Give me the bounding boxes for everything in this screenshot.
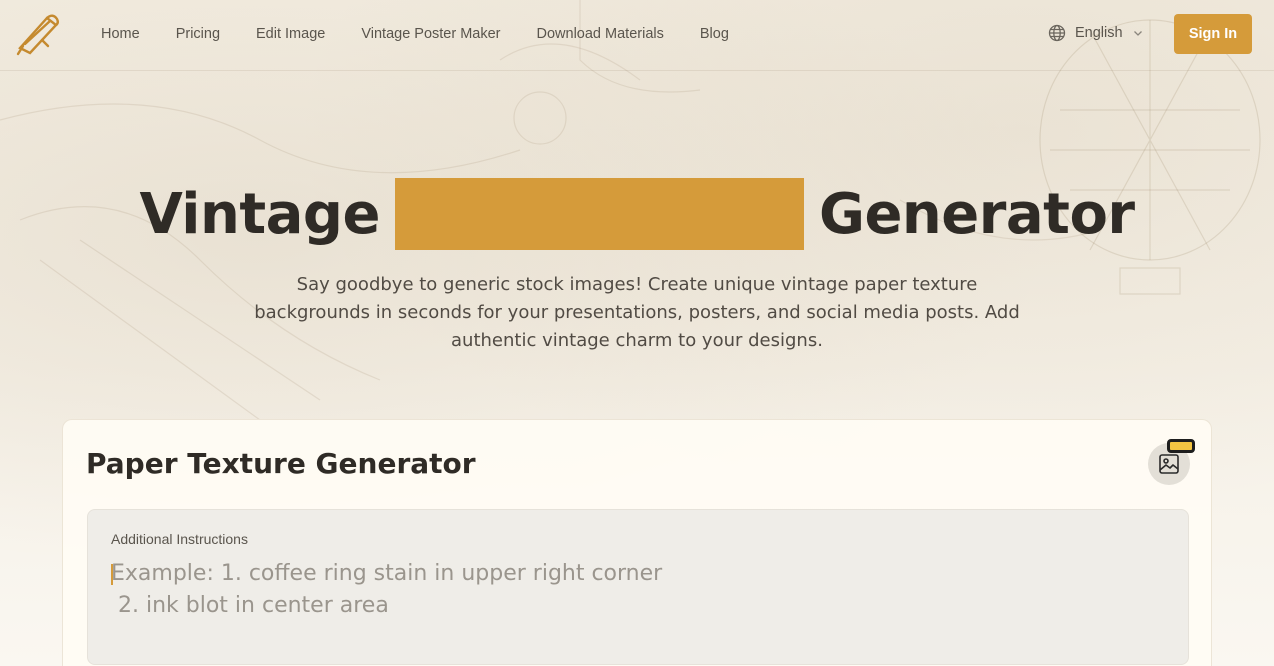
top-navigation: Home Pricing Edit Image Vintage Poster M… — [0, 0, 1274, 71]
sign-in-button[interactable]: Sign In — [1174, 14, 1252, 54]
pen-scroll-icon[interactable] — [14, 10, 60, 56]
nav-download-materials[interactable]: Download Materials — [537, 26, 664, 42]
nav-vintage-poster-maker[interactable]: Vintage Poster Maker — [361, 26, 500, 42]
language-selector[interactable]: English — [1048, 24, 1143, 42]
image-icon — [1159, 454, 1179, 474]
nav-home[interactable]: Home — [101, 26, 140, 42]
main-nav: Home Pricing Edit Image Vintage Poster M… — [101, 0, 765, 68]
instructions-input[interactable] — [111, 558, 1171, 658]
language-label: English — [1075, 25, 1123, 41]
chevron-down-icon — [1133, 31, 1142, 36]
nav-edit-image[interactable]: Edit Image — [256, 26, 325, 42]
hero-subtitle: Say goodbye to generic stock images! Cre… — [254, 274, 1020, 351]
new-badge — [1167, 439, 1195, 453]
nav-blog[interactable]: Blog — [700, 26, 729, 42]
hero-title: Vintage Generator — [0, 172, 1274, 256]
hero-title-start: Vintage — [139, 181, 380, 247]
hero-title-highlight — [394, 178, 804, 250]
generator-card: Paper Texture Generator Additional Instr… — [62, 419, 1212, 666]
nav-pricing[interactable]: Pricing — [176, 26, 220, 42]
hero-title-end: Generator — [818, 181, 1135, 247]
instructions-field: Additional Instructions — [87, 509, 1189, 665]
instructions-label: Additional Instructions — [111, 531, 248, 547]
globe-icon — [1048, 24, 1066, 42]
generator-title: Paper Texture Generator — [86, 447, 476, 480]
